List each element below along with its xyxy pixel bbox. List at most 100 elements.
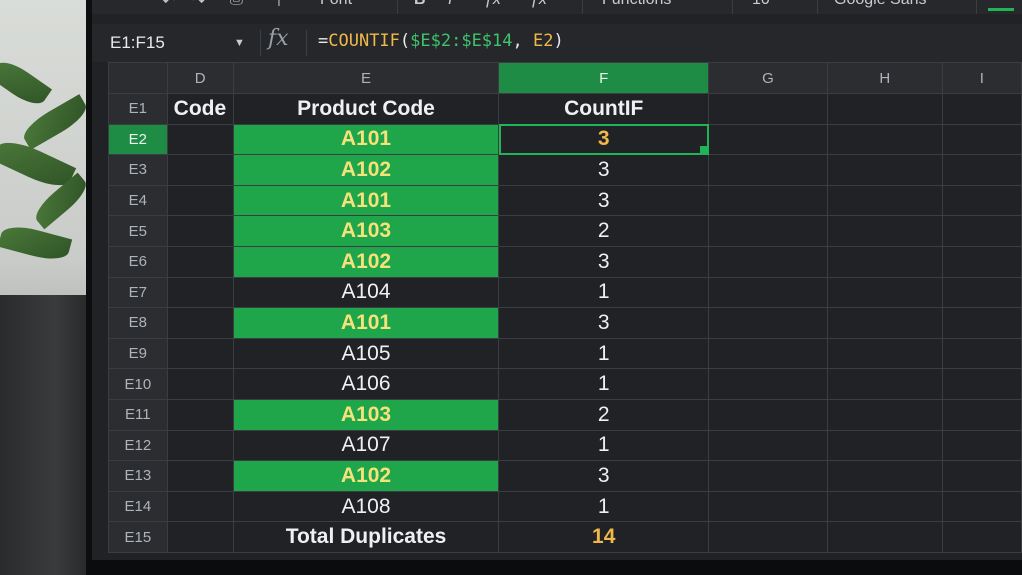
cell-empty[interactable] xyxy=(826,460,943,492)
select-all-corner[interactable] xyxy=(108,62,168,94)
column-header-e[interactable]: E xyxy=(232,62,500,94)
cell-empty[interactable] xyxy=(708,490,828,523)
countif-cell[interactable]: 2 xyxy=(498,215,710,247)
fill-handle[interactable] xyxy=(700,146,708,154)
product-code-cell[interactable]: A102 xyxy=(232,154,500,186)
cell-empty[interactable] xyxy=(941,93,1022,125)
cell-empty[interactable] xyxy=(166,460,234,492)
cell-empty[interactable] xyxy=(826,398,943,431)
row-header[interactable]: E13 xyxy=(108,460,168,492)
cell-empty[interactable] xyxy=(941,154,1022,186)
redo-icon[interactable]: ↷ xyxy=(192,0,205,11)
product-code-cell[interactable]: A106 xyxy=(232,368,500,400)
countif-cell[interactable]: 1 xyxy=(498,276,710,309)
fx-icon[interactable]: ƒx xyxy=(484,0,501,9)
product-code-cell[interactable]: A101 xyxy=(232,184,500,217)
product-code-cell[interactable]: A104 xyxy=(232,276,500,309)
cell-empty[interactable] xyxy=(941,490,1022,523)
product-code-cell[interactable]: A102 xyxy=(232,245,500,278)
cell-empty[interactable] xyxy=(166,521,234,553)
cell-empty[interactable] xyxy=(826,276,943,309)
formula-input[interactable]: =COUNTIF($E$2:$E$14, E2) xyxy=(318,31,564,51)
column-header-f[interactable]: F xyxy=(498,62,710,94)
row-header[interactable]: E7 xyxy=(108,276,168,309)
cell-empty[interactable] xyxy=(826,245,943,278)
row-header[interactable]: E10 xyxy=(108,368,168,400)
paint-format-icon[interactable]: ⊤ xyxy=(272,0,286,11)
product-code-cell[interactable]: A105 xyxy=(232,337,500,370)
text-color-indicator[interactable] xyxy=(988,8,1014,11)
name-box[interactable]: E1:F15 ▼ xyxy=(110,30,250,56)
cell-empty[interactable] xyxy=(941,521,1022,553)
bold-icon[interactable]: B xyxy=(414,0,426,9)
cell-empty[interactable] xyxy=(708,398,828,431)
cell-empty[interactable] xyxy=(166,123,234,156)
countif-cell[interactable]: 3 xyxy=(498,184,710,217)
chevron-down-icon[interactable]: ▼ xyxy=(234,30,245,56)
cell-empty[interactable] xyxy=(941,123,1022,156)
column-header-g[interactable]: G xyxy=(708,62,828,94)
cell-empty[interactable] xyxy=(826,429,943,462)
cell-empty[interactable] xyxy=(826,337,943,370)
total-value-cell[interactable]: 14 xyxy=(498,521,710,553)
column-header-i[interactable]: I xyxy=(941,62,1022,94)
row-header[interactable]: E15 xyxy=(108,521,168,553)
cell-product-code-header[interactable]: Product Code xyxy=(232,93,500,125)
cell-empty[interactable] xyxy=(166,276,234,309)
cell-empty[interactable] xyxy=(166,184,234,217)
cell-empty[interactable] xyxy=(708,123,828,156)
row-header[interactable]: E2 xyxy=(108,123,168,156)
row-header[interactable]: E8 xyxy=(108,307,168,339)
cell-empty[interactable] xyxy=(826,368,943,400)
italic-icon[interactable]: I xyxy=(448,0,452,9)
cell-empty[interactable] xyxy=(941,245,1022,278)
cell-code-header[interactable]: Code xyxy=(166,93,234,125)
cell-empty[interactable] xyxy=(708,276,828,309)
cell-empty[interactable] xyxy=(826,93,943,125)
row-header[interactable]: E6 xyxy=(108,245,168,278)
row-header[interactable]: E11 xyxy=(108,398,168,431)
cell-empty[interactable] xyxy=(941,337,1022,370)
total-label-cell[interactable]: Total Duplicates xyxy=(232,521,500,553)
cell-empty[interactable] xyxy=(708,337,828,370)
cell-empty[interactable] xyxy=(941,460,1022,492)
countif-cell[interactable]: 3 xyxy=(498,307,710,339)
font-family-select[interactable]: Google Sans xyxy=(834,0,927,9)
cell-empty[interactable] xyxy=(166,398,234,431)
undo-icon[interactable]: ↶ xyxy=(162,0,175,11)
countif-cell[interactable]: 1 xyxy=(498,368,710,400)
row-header[interactable]: E4 xyxy=(108,184,168,217)
cell-empty[interactable] xyxy=(166,307,234,339)
product-code-cell[interactable]: A101 xyxy=(232,307,500,339)
countif-cell[interactable]: 3 xyxy=(498,460,710,492)
cell-empty[interactable] xyxy=(826,123,943,156)
cell-empty[interactable] xyxy=(708,368,828,400)
font-menu[interactable]: Font xyxy=(320,0,352,9)
countif-cell[interactable]: 1 xyxy=(498,429,710,462)
cell-empty[interactable] xyxy=(941,215,1022,247)
cell-empty[interactable] xyxy=(166,215,234,247)
row-header[interactable]: E12 xyxy=(108,429,168,462)
countif-cell[interactable]: 3 xyxy=(498,154,710,186)
product-code-cell[interactable]: A101 xyxy=(232,123,500,156)
countif-cell[interactable]: 3 xyxy=(498,123,710,156)
countif-cell[interactable]: 1 xyxy=(498,490,710,523)
cell-empty[interactable] xyxy=(708,184,828,217)
column-header-h[interactable]: H xyxy=(826,62,943,94)
cell-empty[interactable] xyxy=(166,368,234,400)
cell-empty[interactable] xyxy=(941,184,1022,217)
fx-icon-2[interactable]: ƒx xyxy=(530,0,547,9)
row-header[interactable]: E14 xyxy=(108,490,168,523)
cell-empty[interactable] xyxy=(941,398,1022,431)
cell-empty[interactable] xyxy=(826,184,943,217)
cell-empty[interactable] xyxy=(166,490,234,523)
cell-empty[interactable] xyxy=(826,154,943,186)
row-header[interactable]: E1 xyxy=(108,93,168,125)
product-code-cell[interactable]: A107 xyxy=(232,429,500,462)
product-code-cell[interactable]: A108 xyxy=(232,490,500,523)
cell-empty[interactable] xyxy=(708,245,828,278)
countif-cell[interactable]: 3 xyxy=(498,245,710,278)
cell-empty[interactable] xyxy=(708,93,828,125)
cell-empty[interactable] xyxy=(708,429,828,462)
cell-empty[interactable] xyxy=(708,521,828,553)
